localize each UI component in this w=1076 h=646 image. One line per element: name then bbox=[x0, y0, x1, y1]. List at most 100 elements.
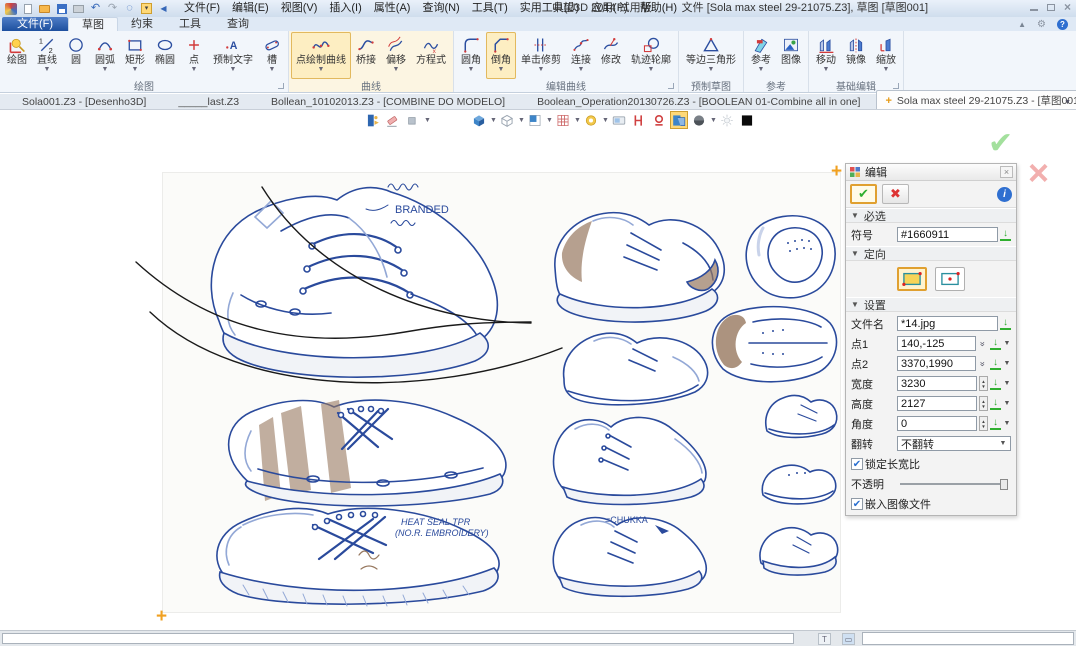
print-icon[interactable] bbox=[72, 2, 85, 15]
pick-from-screen-icon[interactable]: ↓ bbox=[990, 337, 1001, 350]
click-trim-dropdown-caret-icon[interactable]: ▼ bbox=[538, 66, 545, 74]
section-settings[interactable]: ▼ 设置 bbox=[846, 297, 1016, 312]
ribbon-collapse-icon[interactable]: ▲ bbox=[1018, 20, 1026, 29]
screen-icon[interactable] bbox=[610, 111, 628, 129]
close-icon[interactable]: × bbox=[1064, 2, 1071, 12]
slot-dropdown-caret-icon[interactable]: ▼ bbox=[269, 66, 276, 74]
pick-from-screen-icon[interactable]: ↓ bbox=[990, 417, 1001, 430]
orientation-two-point-button[interactable] bbox=[897, 267, 927, 291]
ref-plane-h-icon[interactable] bbox=[630, 111, 648, 129]
ribbon-tab-约束[interactable]: 约束 bbox=[118, 17, 166, 31]
options-gear-icon[interactable]: ⚙ bbox=[1037, 19, 1046, 30]
equilateral-triangle-dropdown-caret-icon[interactable]: ▼ bbox=[708, 66, 715, 74]
move-dropdown-caret-icon[interactable]: ▼ bbox=[823, 66, 830, 74]
document-tab[interactable]: Sola001.Z3 - [Desenho3D] bbox=[6, 94, 162, 109]
spinner-icon[interactable]: ▲▼ bbox=[979, 376, 988, 391]
menu-item-文件F[interactable]: 文件(F) bbox=[178, 0, 226, 17]
dialog-launcher-icon[interactable] bbox=[278, 83, 284, 89]
rotate-view-icon[interactable] bbox=[582, 111, 600, 129]
dropdown-caret-icon[interactable]: ▼ bbox=[1003, 400, 1011, 407]
pick-filter-icon-dropdown-caret[interactable]: ▼ bbox=[424, 117, 430, 124]
height-input[interactable] bbox=[897, 396, 977, 411]
menu-item-编辑E[interactable]: 编辑(E) bbox=[226, 0, 275, 17]
document-tab[interactable]: Bollean_10102013.Z3 - [COMBINE DO MODELO… bbox=[255, 94, 521, 109]
expand-chevron-icon[interactable]: » bbox=[978, 339, 988, 349]
ribbon-tab-查询[interactable]: 查询 bbox=[214, 17, 262, 31]
info-button[interactable]: i bbox=[997, 187, 1012, 202]
pick-from-screen-icon[interactable]: ↓ bbox=[990, 377, 1001, 390]
dialog-launcher-icon[interactable] bbox=[893, 83, 899, 89]
dropdown-caret-icon[interactable]: ▼ bbox=[1003, 420, 1011, 427]
shaded-display-icon[interactable] bbox=[470, 111, 488, 129]
scale-dropdown-caret-icon[interactable]: ▼ bbox=[883, 66, 890, 74]
filename-input[interactable] bbox=[897, 316, 998, 331]
image-corner-marker-bottom-left[interactable]: + bbox=[156, 610, 167, 624]
menu-item-插入I[interactable]: 插入(I) bbox=[323, 0, 367, 17]
dropdown-caret-icon[interactable]: ▼ bbox=[1003, 360, 1011, 367]
ready-text-dropdown-caret-icon[interactable]: ▼ bbox=[230, 66, 237, 74]
offset-dropdown-caret-icon[interactable]: ▼ bbox=[393, 66, 400, 74]
embed-checkbox[interactable]: ✔ bbox=[851, 498, 863, 510]
cancel-button[interactable]: ✖ bbox=[882, 184, 909, 204]
exit-sketch-icon[interactable] bbox=[364, 111, 382, 129]
chamfer-dropdown-caret-icon[interactable]: ▼ bbox=[498, 66, 505, 74]
text-mode-icon[interactable]: T bbox=[818, 633, 831, 645]
move-button[interactable]: 移动▼ bbox=[811, 32, 841, 79]
ellipse-button[interactable]: 椭圆 bbox=[150, 32, 180, 79]
document-tab[interactable]: Boolean_Operation20130726.Z3 - [BOOLEAN … bbox=[521, 94, 876, 109]
bridge-button[interactable]: 桥接 bbox=[351, 32, 381, 79]
new-file-icon[interactable] bbox=[21, 2, 34, 15]
opacity-slider-thumb[interactable] bbox=[1000, 479, 1008, 490]
prompt-toggle-icon[interactable]: ▭ bbox=[842, 633, 855, 645]
pick-from-screen-icon[interactable]: ↓ bbox=[990, 397, 1001, 410]
grid-icon-dropdown-caret[interactable]: ▼ bbox=[574, 117, 580, 124]
document-tab-active[interactable]: +Sola max steel 29-21075.Z3 - [草图001]× bbox=[876, 90, 1076, 109]
dialog-launcher-icon[interactable] bbox=[668, 83, 674, 89]
spinner-icon[interactable]: ▲▼ bbox=[979, 416, 988, 431]
point2-input[interactable] bbox=[897, 356, 976, 371]
orientation-center-button[interactable] bbox=[935, 267, 965, 291]
back-icon[interactable]: ◀ bbox=[157, 2, 170, 15]
menu-item-视图V[interactable]: 视图(V) bbox=[275, 0, 324, 17]
menu-item-工具T[interactable]: 工具(T) bbox=[466, 0, 514, 17]
grid-icon[interactable] bbox=[554, 111, 572, 129]
rotate-view-icon-dropdown-caret[interactable]: ▼ bbox=[602, 117, 608, 124]
section-required[interactable]: ▼ 必选 bbox=[846, 208, 1016, 223]
regen-icon[interactable]: ◌ bbox=[123, 2, 136, 15]
document-tab[interactable]: _____last.Z3 bbox=[162, 94, 255, 109]
lights-icon[interactable] bbox=[718, 111, 736, 129]
edit-panel-close-icon[interactable]: × bbox=[1000, 166, 1013, 178]
pick-filter-icon[interactable] bbox=[404, 111, 422, 129]
reference-button[interactable]: 参考▼ bbox=[746, 32, 776, 79]
dropdown-caret-icon[interactable]: ▼ bbox=[1003, 380, 1011, 387]
minimize-icon[interactable] bbox=[1030, 3, 1038, 11]
undo-icon[interactable]: ↶ bbox=[89, 2, 102, 15]
shade-mode-icon-dropdown-caret[interactable]: ▼ bbox=[710, 117, 716, 124]
shaded-display-icon-dropdown-caret[interactable]: ▼ bbox=[490, 117, 496, 124]
pick-from-screen-icon[interactable]: ↓ bbox=[1000, 228, 1011, 241]
wireframe-display-icon[interactable] bbox=[498, 111, 516, 129]
command-input[interactable] bbox=[862, 632, 1074, 645]
line-button[interactable]: 12直线▼ bbox=[32, 32, 62, 79]
eraser-icon[interactable] bbox=[384, 111, 402, 129]
shade-mode-icon[interactable] bbox=[690, 111, 708, 129]
cancel-overlay-icon[interactable]: × bbox=[1028, 152, 1049, 194]
angle-input[interactable] bbox=[897, 416, 977, 431]
lock-aspect-checkbox[interactable]: ✔ bbox=[851, 458, 863, 470]
point-curve-dropdown-caret-icon[interactable]: ▼ bbox=[318, 66, 325, 74]
pick-from-screen-icon[interactable]: ↓ bbox=[1000, 317, 1011, 330]
image-button[interactable]: 图像 bbox=[776, 32, 806, 79]
prompt-input[interactable] bbox=[2, 633, 794, 644]
arc-dropdown-caret-icon[interactable]: ▼ bbox=[102, 66, 109, 74]
redo-icon[interactable]: ↷ bbox=[106, 2, 119, 15]
point-dropdown-caret-icon[interactable]: ▼ bbox=[191, 66, 198, 74]
background-icon[interactable] bbox=[738, 111, 756, 129]
track-profile-dropdown-caret-icon[interactable]: ▼ bbox=[648, 66, 655, 74]
ribbon-tab-草图[interactable]: 草图 bbox=[68, 17, 118, 31]
expand-chevron-icon[interactable]: » bbox=[978, 359, 988, 369]
click-trim-button[interactable]: 单击修剪▼ bbox=[516, 32, 566, 79]
dropdown-caret-icon[interactable]: ▼ bbox=[1003, 340, 1011, 347]
track-profile-button[interactable]: 轨迹轮廓▼ bbox=[626, 32, 676, 79]
connect-dropdown-caret-icon[interactable]: ▼ bbox=[578, 66, 585, 74]
point1-input[interactable] bbox=[897, 336, 976, 351]
